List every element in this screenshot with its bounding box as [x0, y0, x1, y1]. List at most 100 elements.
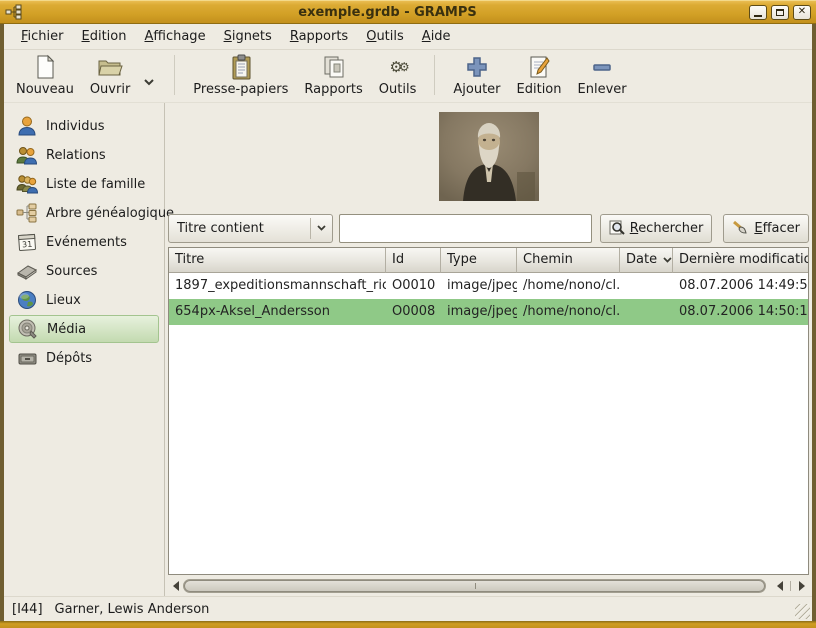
sidebar-item-lieux[interactable]: Lieux	[9, 286, 159, 314]
cell-type: image/jpeg	[441, 273, 517, 299]
resize-grip[interactable]	[795, 604, 810, 619]
statusbar: [I44] Garner, Lewis Anderson	[4, 596, 812, 621]
search-button[interactable]: Rechercher	[600, 214, 713, 243]
toolbar-separator	[434, 55, 435, 95]
table-row[interactable]: 1897_expeditionsmannschaft_rio_a O0010 i…	[169, 273, 808, 299]
scroll-left-button-end[interactable]	[772, 578, 787, 594]
chevron-down-icon	[310, 218, 332, 239]
content-area: Individus Relations Liste de famille Arb…	[4, 103, 812, 596]
media-view: Titre contient Rechercher Effacer T	[165, 103, 812, 596]
sidebar-item-arbre-genealogique[interactable]: Arbre généalogique	[9, 199, 159, 227]
brush-icon	[732, 220, 750, 236]
open-folder-icon	[96, 54, 124, 80]
cell-id: O0008	[386, 299, 441, 325]
scroll-left-button[interactable]	[168, 578, 183, 594]
media-preview-photo	[439, 112, 539, 201]
person-icon	[15, 115, 39, 137]
column-header-id[interactable]: Id	[386, 248, 441, 273]
close-button[interactable]: ✕	[793, 5, 811, 20]
filter-field-value: Titre contient	[177, 221, 310, 236]
cell-titre: 1897_expeditionsmannschaft_rio_a	[169, 273, 386, 299]
table-empty-area	[169, 325, 808, 574]
globe-icon	[15, 289, 39, 311]
toolbar-edition-button[interactable]: Edition	[509, 51, 570, 99]
column-header-titre[interactable]: Titre	[169, 248, 386, 273]
toolbar-label: Ajouter	[453, 82, 500, 97]
sidebar-item-label: Média	[47, 322, 86, 337]
sidebar-item-individus[interactable]: Individus	[9, 112, 159, 140]
sidebar-item-label: Evénements	[46, 235, 127, 250]
toolbar-label: Outils	[379, 82, 417, 97]
sidebar-item-label: Dépôts	[46, 351, 92, 366]
toolbar-enlever-button[interactable]: Enlever	[570, 51, 635, 99]
sort-indicator-icon	[663, 257, 672, 263]
search-icon	[609, 220, 626, 237]
search-input[interactable]	[339, 214, 592, 243]
cell-id: O0010	[386, 273, 441, 299]
toolbar-label: Enlever	[578, 82, 627, 97]
toolbar-outils-button[interactable]: ⚙⚙ Outils	[371, 51, 425, 99]
sidebar-item-label: Individus	[46, 119, 105, 134]
new-document-icon	[33, 54, 57, 80]
toolbar-ouvrir-button[interactable]: Ouvrir	[82, 51, 138, 99]
open-dropdown-arrow[interactable]	[136, 40, 162, 88]
sidebar-item-relations[interactable]: Relations	[9, 141, 159, 169]
media-table: Titre Id Type Chemin Date Dernière modif…	[168, 247, 809, 575]
column-header-derniere-modification[interactable]: Dernière modification	[673, 248, 808, 273]
table-row-selected[interactable]: 654px-Aksel_Andersson O0008 image/jpeg /…	[169, 299, 808, 325]
toolbar: Nouveau Ouvrir Presse-papiers Rapports ⚙…	[4, 50, 812, 103]
column-header-type[interactable]: Type	[441, 248, 517, 273]
media-icon	[16, 318, 40, 340]
toolbar-nouveau-button[interactable]: Nouveau	[8, 51, 82, 99]
sidebar-item-liste-de-famille[interactable]: Liste de famille	[9, 170, 159, 198]
sidebar-item-depots[interactable]: Dépôts	[9, 344, 159, 372]
window-bottom-frame	[0, 621, 816, 628]
menu-signets[interactable]: Signets	[215, 26, 281, 47]
cell-chemin: /home/nono/cl...	[517, 299, 620, 325]
menubar: Fichier Edition Affichage Signets Rappor…	[4, 24, 812, 50]
svg-text:31: 31	[22, 240, 33, 250]
filter-field-dropdown[interactable]: Titre contient	[168, 214, 333, 243]
gramps-window: exemple.grdb - GRAMPS ✕ Fichier Edition …	[0, 0, 816, 628]
plus-icon	[465, 54, 489, 80]
active-person-id: [I44]	[12, 602, 43, 617]
sidebar-item-label: Sources	[46, 264, 97, 279]
clear-button-label: Effacer	[754, 221, 800, 236]
reports-icon	[321, 54, 347, 80]
menu-fichier[interactable]: Fichier	[12, 26, 73, 47]
menu-outils[interactable]: Outils	[357, 26, 413, 47]
scrollbar-trough[interactable]	[183, 579, 766, 593]
book-icon	[15, 260, 39, 282]
cell-modification: 08.07.2006 14:50:13	[673, 299, 808, 325]
pedigree-icon	[15, 202, 39, 224]
toolbar-label: Edition	[517, 82, 562, 97]
maximize-button[interactable]	[771, 5, 789, 20]
edit-icon	[527, 54, 551, 80]
sidebar-item-label: Relations	[46, 148, 106, 163]
scrollbar-thumb[interactable]	[184, 580, 765, 592]
minimize-button[interactable]	[749, 5, 767, 20]
toolbar-ajouter-button[interactable]: Ajouter	[445, 51, 508, 99]
menu-edition[interactable]: Edition	[73, 26, 136, 47]
toolbar-rapports-button[interactable]: Rapports	[296, 51, 370, 99]
active-person-name: Garner, Lewis Anderson	[55, 602, 210, 617]
sidebar-item-evenements[interactable]: 31 Evénements	[9, 228, 159, 256]
menu-rapports[interactable]: Rapports	[281, 26, 357, 47]
clear-button[interactable]: Effacer	[723, 214, 809, 243]
sidebar-item-media[interactable]: Média	[9, 315, 159, 343]
titlebar[interactable]: exemple.grdb - GRAMPS ✕	[0, 0, 816, 24]
scroll-right-button[interactable]	[794, 578, 809, 594]
sidebar-item-sources[interactable]: Sources	[9, 257, 159, 285]
toolbar-presse-papiers-button[interactable]: Presse-papiers	[185, 51, 296, 99]
calendar-icon: 31	[15, 231, 39, 253]
sidebar-item-label: Arbre généalogique	[46, 206, 174, 221]
cell-type: image/jpeg	[441, 299, 517, 325]
window-title: exemple.grdb - GRAMPS	[26, 5, 749, 20]
family-list-icon	[15, 173, 39, 195]
column-header-chemin[interactable]: Chemin	[517, 248, 620, 273]
scroll-arrows-divider	[790, 581, 791, 591]
menu-aide[interactable]: Aide	[413, 26, 460, 47]
table-header-row: Titre Id Type Chemin Date Dernière modif…	[169, 248, 808, 273]
column-header-date[interactable]: Date	[620, 248, 673, 273]
cell-date	[620, 299, 673, 325]
